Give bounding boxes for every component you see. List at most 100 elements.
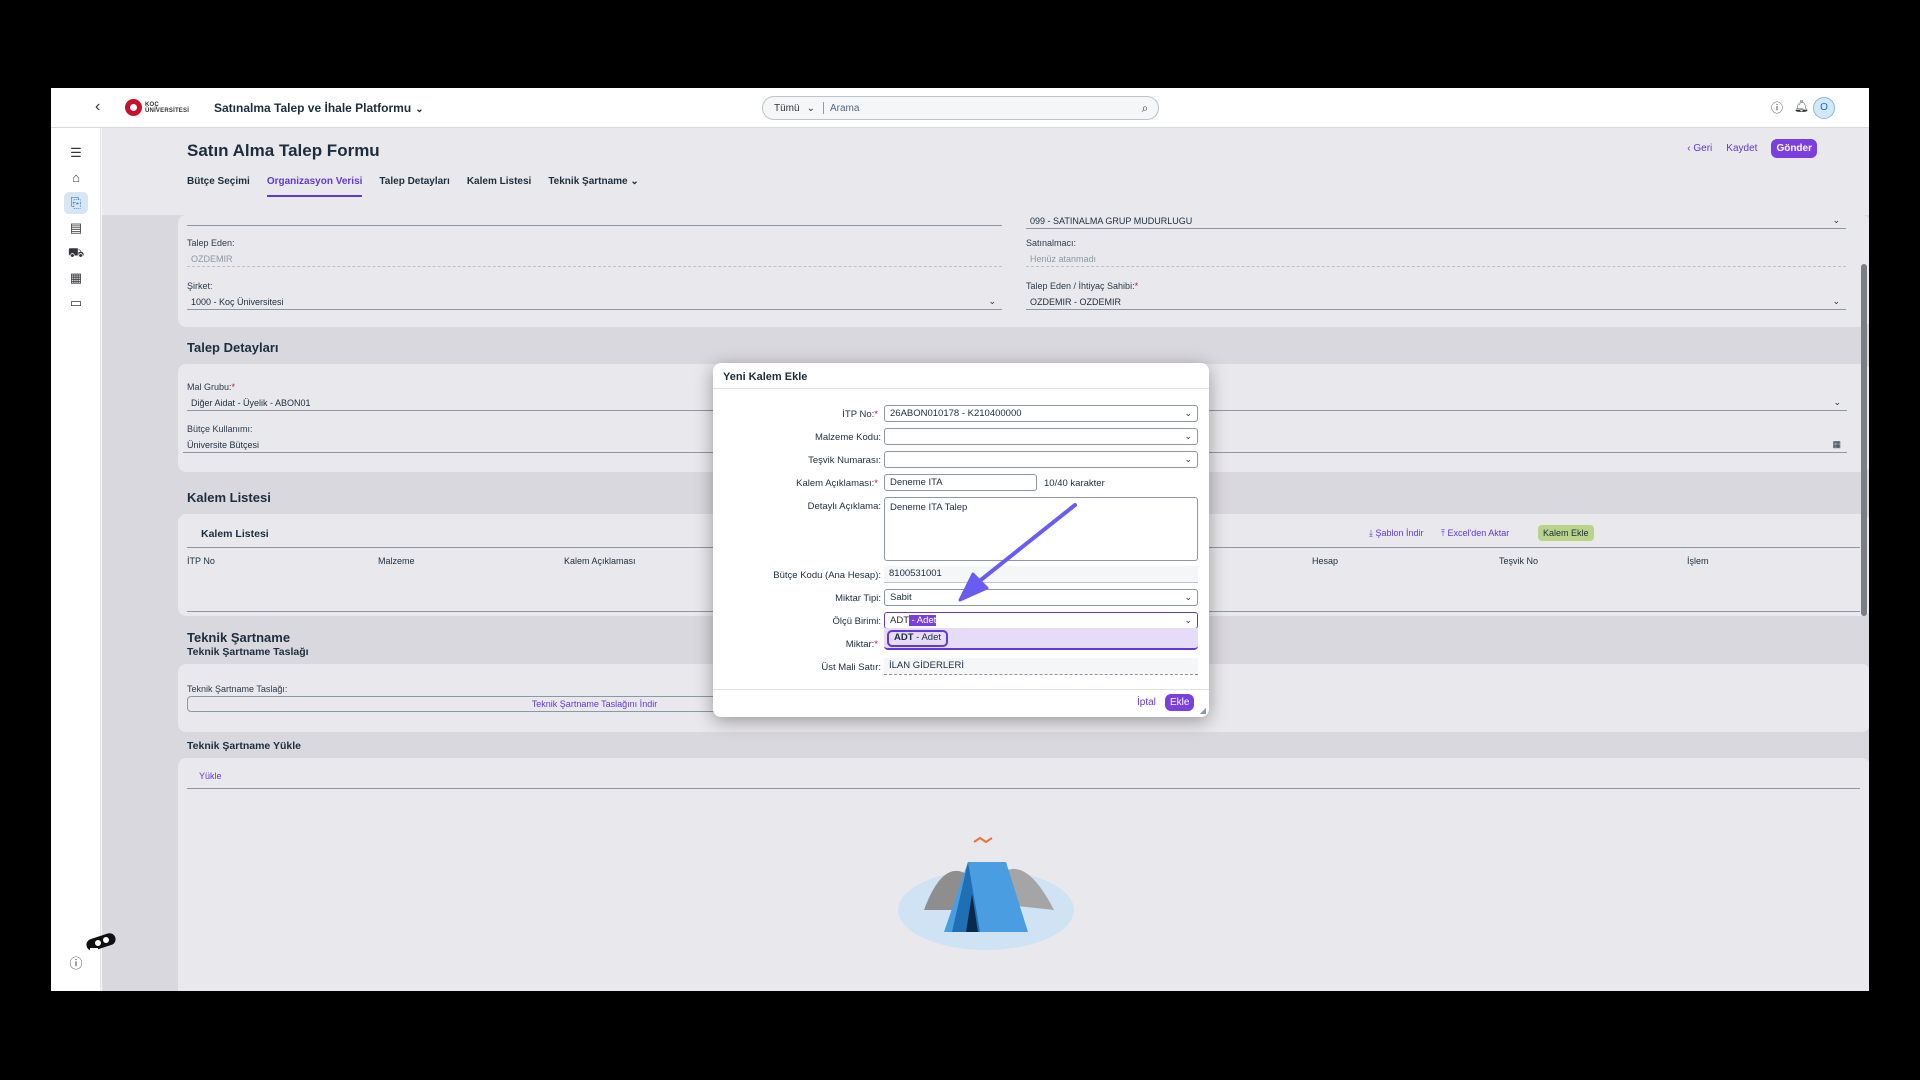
buyer-field: Henüz atanmadı: [1026, 251, 1846, 267]
material-code-select[interactable]: ⌄: [884, 428, 1198, 445]
send-button[interactable]: Gönder: [1771, 139, 1817, 158]
dialog-footer-divider: [713, 689, 1209, 690]
search-bar[interactable]: Tümü ⌄ Arama ⌕: [762, 96, 1159, 120]
tab-technical-spec[interactable]: Teknik Şartname ⌄: [548, 176, 638, 197]
page-title: Satın Alma Talep Formu: [187, 141, 380, 160]
app-window: ‹ KOÇ ÜNİVERSİTESİ Satınalma Talep ve İh…: [51, 88, 1869, 991]
column-header[interactable]: İTP No: [187, 556, 215, 566]
save-button[interactable]: Kaydet: [1726, 143, 1757, 154]
template-download-link[interactable]: ⤓ Şablon İndir: [1369, 528, 1424, 539]
itp-label-text: İTP No:: [842, 409, 875, 420]
back-button-label: Geri: [1693, 143, 1713, 154]
chevron-down-icon: ⌄: [1184, 408, 1192, 418]
itp-select[interactable]: 26ABON010178 - K210400000 ⌄: [884, 405, 1198, 422]
itp-value: 26ABON010178 - K210400000: [890, 408, 1022, 419]
owner-select[interactable]: OZDEMIR - OZDEMIR ⌄: [1026, 294, 1846, 310]
upload-tab[interactable]: Yükle: [199, 771, 222, 781]
org-field-left-top[interactable]: [187, 210, 1002, 226]
parent-line-field: İLAN GİDERLERİ: [884, 658, 1198, 675]
home-icon[interactable]: ⌂: [64, 167, 88, 189]
incentive-label: Teşvik Numarası:: [808, 455, 881, 466]
unit-option-rest: - Adet: [913, 632, 941, 643]
add-button[interactable]: Ekle: [1165, 694, 1195, 711]
calendar-icon[interactable]: ▦: [1832, 439, 1841, 450]
page-scrollbar[interactable]: [1861, 172, 1867, 983]
unit-combobox[interactable]: ADT - Adet ⌄: [884, 612, 1198, 629]
required-marker: *: [231, 382, 236, 392]
unit-label: Ölçü Birimi:: [832, 616, 881, 627]
incentive-select[interactable]: ⌄: [884, 451, 1198, 468]
chevron-down-icon: ⌄: [1184, 592, 1192, 602]
logo[interactable]: KOÇ ÜNİVERSİTESİ: [125, 99, 197, 116]
column-header[interactable]: Teşvik No: [1499, 556, 1538, 566]
chevron-down-icon: ⌄: [1184, 431, 1192, 441]
help-icon[interactable]: ⓘ: [1771, 99, 1783, 116]
add-item-button[interactable]: Kalem Ekle: [1538, 525, 1594, 541]
notification-bell-icon[interactable]: 🔔︎: [1794, 99, 1809, 113]
company-value: 1000 - Koç Üniversitesi: [191, 297, 284, 307]
app-title[interactable]: Satınalma Talep ve İhale Platformu ⌄: [214, 101, 424, 115]
excel-import-label: Excel'den Aktar: [1447, 528, 1510, 538]
excel-import-link[interactable]: ⤒ Excel'den Aktar: [1441, 528, 1509, 539]
qty-type-label: Miktar Tipi:: [835, 593, 881, 604]
unit-option-adt[interactable]: ADT - Adet: [887, 630, 948, 647]
qty-type-select[interactable]: Sabit ⌄: [884, 589, 1198, 606]
item-desc-label-text: Kalem Açıklaması:: [796, 478, 875, 489]
chevron-down-icon: ⌄: [806, 102, 815, 114]
page-scrollbar-thumb[interactable]: [1861, 264, 1867, 616]
tab-budget[interactable]: Bütçe Seçimi: [187, 176, 250, 197]
detail-desc-textarea[interactable]: Deneme ITA Talep: [884, 497, 1198, 561]
logo-text: KOÇ ÜNİVERSİTESİ: [145, 102, 197, 114]
cancel-button[interactable]: İptal: [1137, 697, 1156, 708]
material-group-label: Mal Grubu:*: [187, 382, 235, 392]
spec-upload-panel: Yükle: [178, 758, 1869, 991]
required-marker: *: [874, 639, 878, 650]
owner-value: OZDEMIR - OZDEMIR: [1030, 297, 1121, 307]
items-section-title: Kalem Listesi: [187, 490, 271, 505]
clipboard-list-icon[interactable]: ▤: [64, 217, 88, 239]
back-chevron-icon[interactable]: ‹: [95, 98, 100, 116]
new-item-dialog: Yeni Kalem Ekle İTP No:* 26ABON010178 - …: [713, 363, 1209, 717]
document-stack-icon[interactable]: ▦: [64, 267, 88, 289]
company-select[interactable]: 1000 - Koç Üniversitesi ⌄: [187, 294, 1002, 310]
tab-item-list[interactable]: Kalem Listesi: [467, 176, 531, 197]
resize-handle-icon[interactable]: ◢: [1200, 706, 1206, 715]
chevron-down-icon[interactable]: ⌄: [1184, 615, 1192, 626]
qty-label: Miktar:*: [678, 639, 878, 650]
cart-icon[interactable]: ⛟: [64, 242, 88, 264]
unit-value-autocomplete: - Adet: [908, 615, 937, 626]
chevron-down-icon: ⌄: [630, 176, 639, 187]
dialog-header-divider: [713, 388, 1209, 389]
required-marker: *: [1134, 281, 1139, 291]
folder-icon[interactable]: ▭: [64, 292, 88, 314]
organization-panel: 099 - SATINALMA GRUP MUDURLUGU ⌄ Talep Ed…: [178, 215, 1869, 327]
column-header[interactable]: Hesap: [1312, 556, 1338, 566]
owner-label: Talep Eden / İhtiyaç Sahibi:*: [1026, 281, 1138, 291]
tab-request-details[interactable]: Talep Detayları: [379, 176, 449, 197]
assistant-bot-icon[interactable]: [84, 930, 122, 958]
column-header[interactable]: Kalem Açıklaması: [564, 556, 636, 566]
unit-value-code: ADT: [890, 615, 909, 626]
request-form-icon[interactable]: ⎘: [64, 192, 88, 214]
download-icon: ⤓: [1369, 528, 1373, 538]
details-section-title: Talep Detayları: [187, 340, 279, 355]
search-icon[interactable]: ⌕: [1132, 101, 1158, 116]
budget-code-field: 8100531001: [884, 566, 1198, 583]
search-scope-select[interactable]: Tümü ⌄: [763, 103, 823, 114]
upload-tab-divider: [187, 788, 1860, 789]
back-button[interactable]: ‹ Geri: [1687, 143, 1712, 154]
budget-code-label: Bütçe Kodu (Ana Hesap):: [773, 570, 881, 581]
item-desc-input[interactable]: Deneme ITA: [884, 474, 1037, 491]
purchasing-group-select[interactable]: 099 - SATINALMA GRUP MUDURLUGU ⌄: [1026, 213, 1846, 229]
avatar[interactable]: O: [1813, 97, 1835, 119]
search-input[interactable]: Arama: [830, 103, 1132, 114]
requester-field: OZDEMIR: [187, 251, 1002, 267]
chevron-down-icon: ⌄: [1833, 397, 1841, 407]
menu-icon[interactable]: ☰: [64, 142, 88, 164]
chevron-down-icon: ⌄: [1832, 296, 1840, 306]
column-header[interactable]: İşlem: [1687, 556, 1709, 566]
chevron-down-icon: ⌄: [988, 296, 996, 306]
tab-organization[interactable]: Organizasyon Verisi: [266, 176, 363, 197]
requester-label: Talep Eden:: [187, 238, 235, 248]
column-header[interactable]: Malzeme: [378, 556, 415, 566]
